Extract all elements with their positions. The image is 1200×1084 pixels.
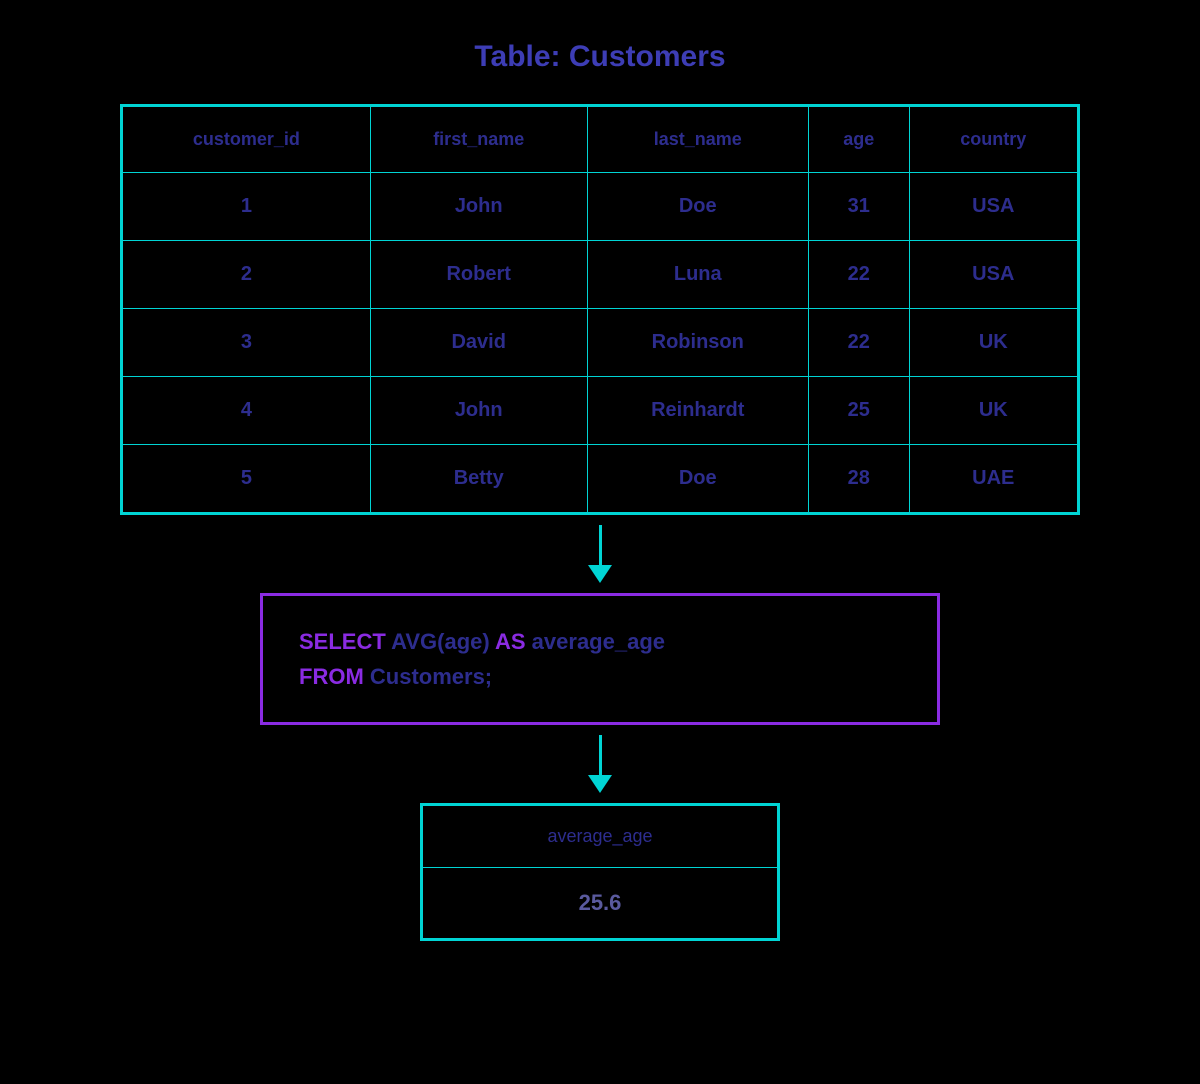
sql-box: SELECT AVG(age) AS average_age FROM Custo… — [260, 593, 940, 725]
cell-first_name: David — [370, 309, 587, 377]
cell-first_name: John — [370, 377, 587, 445]
cell-age: 22 — [808, 309, 909, 377]
cell-customer_id: 2 — [123, 241, 371, 309]
cell-age: 22 — [808, 241, 909, 309]
cell-last_name: Robinson — [587, 309, 808, 377]
cell-last_name: Luna — [587, 241, 808, 309]
sql-avg-part: AVG(age) — [386, 629, 495, 654]
col-last-name: last_name — [587, 107, 808, 173]
cell-age: 28 — [808, 445, 909, 513]
arrow-1 — [588, 525, 612, 583]
arrow-line-1 — [599, 525, 602, 565]
table-row: 3DavidRobinson22UK — [123, 309, 1078, 377]
result-header-row: average_age — [423, 806, 778, 868]
cell-last_name: Doe — [587, 173, 808, 241]
sql-from-part: Customers; — [364, 664, 492, 689]
table-row: 1JohnDoe31USA — [123, 173, 1078, 241]
col-customer-id: customer_id — [123, 107, 371, 173]
cell-age: 31 — [808, 173, 909, 241]
table-row: 2RobertLuna22USA — [123, 241, 1078, 309]
cell-first_name: Betty — [370, 445, 587, 513]
table-header-row: customer_id first_name last_name age cou… — [123, 107, 1078, 173]
result-table-wrapper: average_age 25.6 — [420, 803, 780, 941]
page-title: Table: Customers — [474, 40, 725, 74]
table-row: 5BettyDoe28UAE — [123, 445, 1078, 513]
arrow-line-2 — [599, 735, 602, 775]
main-container: Table: Customers customer_id first_name … — [0, 40, 1200, 941]
sql-alias-part: average_age — [526, 629, 665, 654]
arrow-2 — [588, 735, 612, 793]
cell-country: USA — [909, 241, 1077, 309]
arrow-head-2 — [588, 775, 612, 793]
cell-country: USA — [909, 173, 1077, 241]
result-value: 25.6 — [423, 868, 778, 939]
cell-customer_id: 5 — [123, 445, 371, 513]
sql-keyword-select: SELECT — [299, 629, 386, 654]
cell-country: UK — [909, 309, 1077, 377]
col-first-name: first_name — [370, 107, 587, 173]
col-age: age — [808, 107, 909, 173]
sql-keyword-as: AS — [495, 629, 526, 654]
cell-first_name: John — [370, 173, 587, 241]
cell-customer_id: 4 — [123, 377, 371, 445]
cell-last_name: Reinhardt — [587, 377, 808, 445]
cell-last_name: Doe — [587, 445, 808, 513]
cell-country: UK — [909, 377, 1077, 445]
sql-keyword-from: FROM — [299, 664, 364, 689]
cell-country: UAE — [909, 445, 1077, 513]
cell-customer_id: 1 — [123, 173, 371, 241]
cell-first_name: Robert — [370, 241, 587, 309]
col-country: country — [909, 107, 1077, 173]
arrow-head-1 — [588, 565, 612, 583]
sql-text: SELECT AVG(age) AS average_age FROM Custo… — [299, 624, 901, 694]
cell-age: 25 — [808, 377, 909, 445]
customers-table: customer_id first_name last_name age cou… — [122, 106, 1078, 513]
customers-table-wrapper: customer_id first_name last_name age cou… — [120, 104, 1080, 515]
cell-customer_id: 3 — [123, 309, 371, 377]
result-data-row: 25.6 — [423, 868, 778, 939]
table-row: 4JohnReinhardt25UK — [123, 377, 1078, 445]
result-col-average-age: average_age — [423, 806, 778, 868]
result-table: average_age 25.6 — [422, 805, 778, 939]
